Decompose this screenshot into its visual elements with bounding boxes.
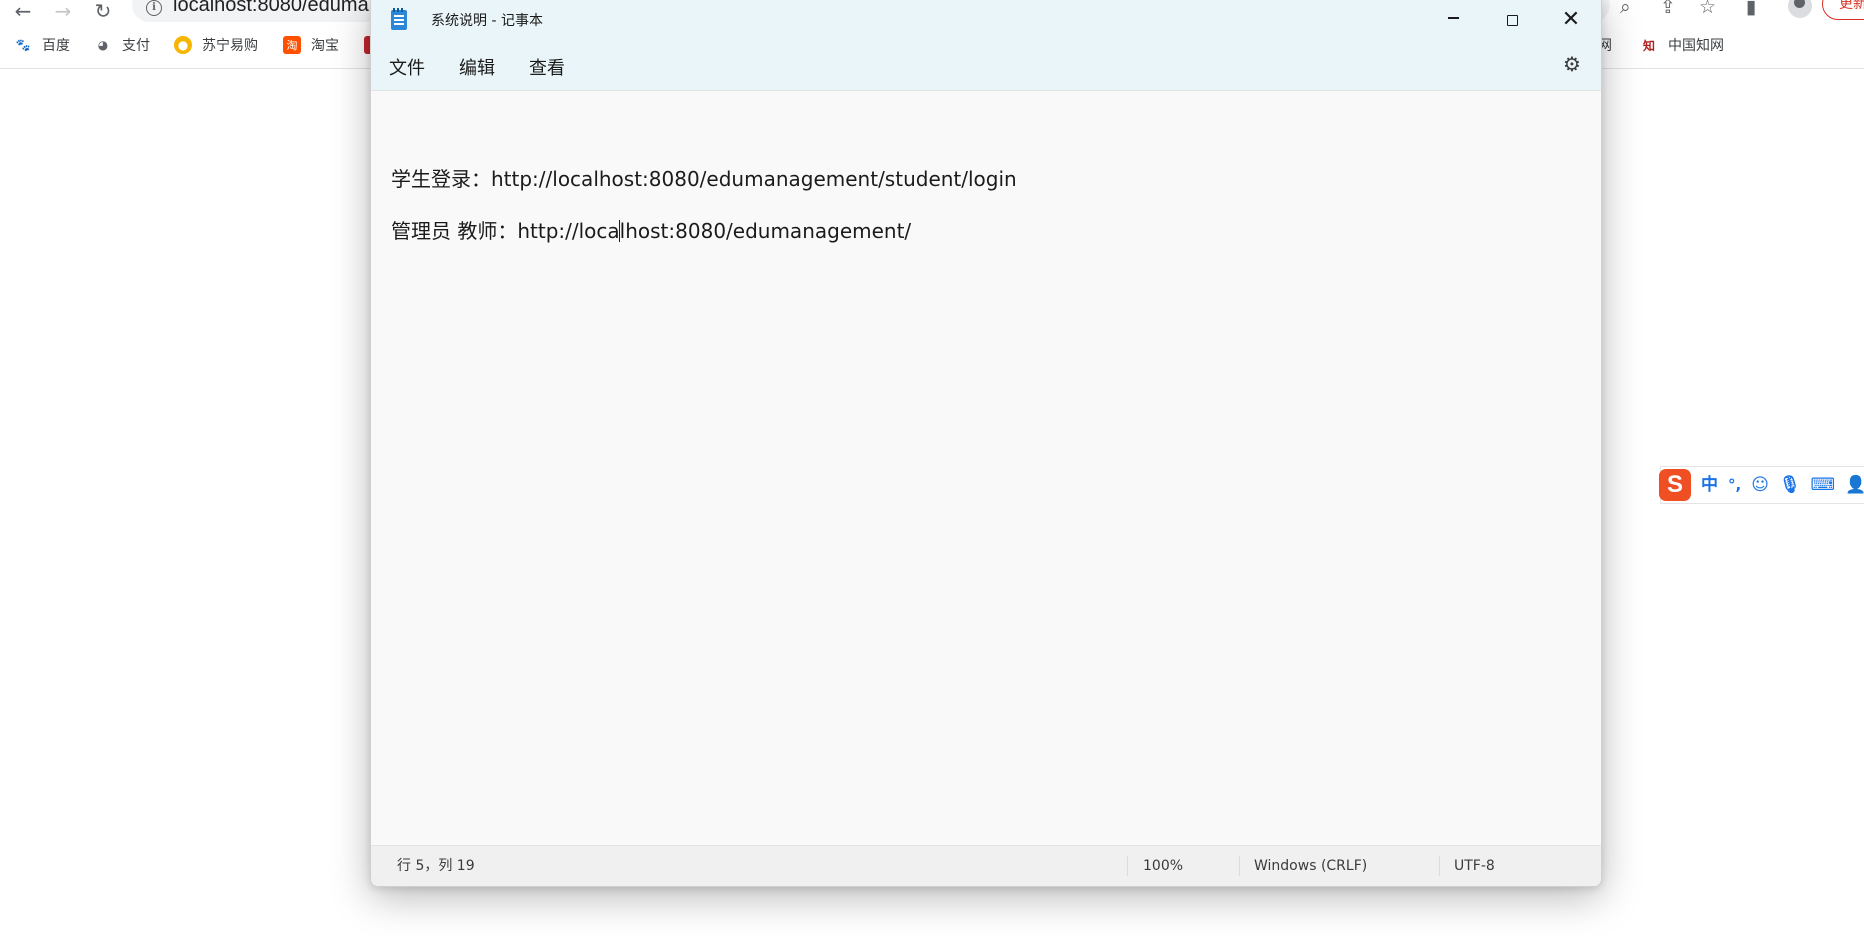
baidu-paw-icon: 🐾 [15, 38, 31, 52]
status-divider [1239, 856, 1240, 876]
text-editor[interactable]: 学生登录：http://localhost:8080/edumanagement… [371, 91, 1601, 846]
status-divider [1127, 856, 1128, 876]
bookmark-cnki[interactable]: 知 中国知网 [1640, 34, 1724, 56]
keyboard-icon[interactable]: ⌨ [1811, 476, 1836, 494]
sogou-logo-icon[interactable]: S [1659, 469, 1691, 501]
status-divider [1439, 856, 1440, 876]
encoding: UTF-8 [1454, 858, 1495, 874]
text-line-student[interactable]: 学生登录：http://localhost:8080/edumanagement… [391, 163, 1017, 192]
taobao-icon: 淘 [283, 36, 301, 54]
close-button[interactable]: ✕ [1542, 0, 1600, 40]
share-icon[interactable]: ⇪ [1660, 0, 1676, 17]
close-icon: ✕ [1561, 7, 1581, 32]
profile-avatar[interactable] [1788, 0, 1812, 18]
bookmark-label: 中国知网 [1668, 38, 1724, 54]
cnki-icon: 知 [1642, 38, 1655, 53]
bookmark-pay[interactable]: ◕ 支付 [94, 34, 150, 56]
ime-toolbar[interactable]: S 中 °, ☺ 🎙 ⌨ 👤 [1659, 466, 1864, 504]
zoom-level: 100% [1143, 858, 1184, 874]
bookmark-baidu[interactable]: 🐾 百度 [14, 34, 70, 56]
menu-edit[interactable]: 编辑 [457, 52, 497, 82]
microphone-icon[interactable]: 🎙 [1779, 476, 1801, 494]
zoom-icon[interactable]: ⌕ [1620, 0, 1631, 17]
minimize-button[interactable] [1424, 0, 1482, 40]
ime-punctuation-toggle[interactable]: °, [1728, 477, 1741, 493]
site-info-icon[interactable]: i [146, 0, 162, 16]
notepad-app-icon [391, 8, 407, 30]
back-arrow-icon[interactable]: ← [8, 0, 38, 22]
bookmark-label: 淘宝 [311, 38, 339, 54]
maximize-icon [1506, 14, 1518, 26]
bookmark-label: 百度 [42, 38, 70, 54]
bookmark-suning[interactable]: ● 苏宁易购 [174, 34, 258, 56]
status-bar: 行 5，列 19 100% Windows (CRLF) UTF-8 [371, 845, 1601, 886]
text-segment: lhost:8080/edumanagement/ [619, 219, 912, 243]
settings-gear-icon[interactable]: ⚙ [1561, 53, 1583, 75]
update-button[interactable]: 更新 [1822, 0, 1864, 20]
ime-mode-toggle[interactable]: 中 [1701, 476, 1718, 494]
window-title: 系统说明 - 记事本 [431, 13, 543, 29]
user-icon[interactable]: 👤 [1845, 476, 1864, 494]
line-ending: Windows (CRLF) [1254, 858, 1368, 874]
maximize-button[interactable] [1483, 0, 1541, 40]
notepad-titlebar[interactable]: 系统说明 - 记事本 ✕ [371, 0, 1601, 40]
minimize-icon [1447, 17, 1459, 19]
bookmark-label: 支付 [122, 38, 150, 54]
suning-lion-icon: ● [174, 36, 192, 54]
menu-view[interactable]: 查看 [527, 52, 567, 82]
menu-bar: 文件 编辑 查看 ⚙ [371, 40, 1601, 91]
address-bar-url[interactable]: localhost:8080/eduman [173, 0, 380, 17]
side-panel-icon[interactable]: ▮ [1746, 0, 1756, 17]
text-segment: 管理员 教师：http://loca [391, 219, 620, 243]
bookmark-star-icon[interactable]: ☆ [1699, 0, 1716, 17]
menu-file[interactable]: 文件 [387, 52, 427, 82]
bookmark-label: 苏宁易购 [202, 38, 258, 54]
cursor-position: 行 5，列 19 [397, 858, 475, 874]
emoji-icon[interactable]: ☺ [1751, 476, 1769, 494]
globe-icon: ◕ [97, 38, 109, 52]
reload-icon[interactable]: ↻ [88, 0, 118, 22]
notepad-window: 系统说明 - 记事本 ✕ 文件 编辑 查看 ⚙ 学生登录：http://loca… [370, 0, 1602, 887]
bookmark-taobao[interactable]: 淘 淘宝 [283, 34, 339, 56]
text-line-admin[interactable]: 管理员 教师：http://localhost:8080/edumanageme… [391, 215, 911, 244]
forward-arrow-icon[interactable]: → [48, 0, 78, 22]
